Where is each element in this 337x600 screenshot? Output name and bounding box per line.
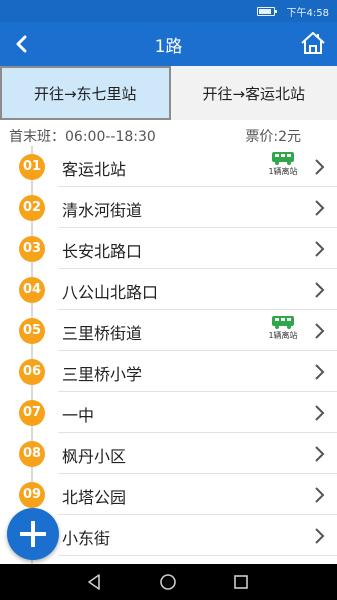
stop-number-badge: 01 (19, 154, 45, 180)
stop-row[interactable]: 02 清水河街道 (0, 187, 337, 228)
stop-list: 01 客运北站 1辆离站 02 清水河街道 03 长安北路口 04 八公山北路口… (0, 146, 337, 556)
stop-number-badge: 08 (19, 441, 45, 467)
stop-number-badge: 02 (19, 195, 45, 221)
chevron-right-icon (315, 405, 325, 421)
schedule-text: 首末班：06:00--18:30 (9, 129, 156, 145)
stop-name: 小东街 (62, 529, 111, 548)
stop-row[interactable]: 04 八公山北路口 (0, 269, 337, 310)
stop-name: 长安北路口 (62, 242, 143, 261)
stop-name: 北塔公园 (62, 488, 127, 507)
price-text: 票价:2元 (245, 129, 301, 145)
stop-number-badge: 07 (19, 400, 45, 426)
stop-number-badge: 06 (19, 359, 45, 385)
stop-row[interactable]: 09 北塔公园 (0, 474, 337, 515)
stop-number-badge: 05 (19, 318, 45, 344)
bus-count-label: 1辆离站 (268, 167, 298, 176)
stop-name: 八公山北路口 (62, 283, 159, 302)
chevron-right-icon (315, 364, 325, 380)
add-button[interactable] (7, 508, 59, 560)
chevron-right-icon (315, 487, 325, 503)
nav-recents-icon[interactable] (232, 573, 250, 591)
chevron-right-icon (315, 282, 325, 298)
system-nav-bar (0, 564, 337, 600)
stop-number-badge: 04 (19, 277, 45, 303)
chevron-right-icon (315, 446, 325, 462)
bus-icon (272, 152, 294, 165)
home-icon[interactable] (299, 29, 327, 57)
stop-number-badge: 09 (19, 482, 45, 508)
page-title: 1路 (154, 37, 183, 57)
stop-name: 清水河街道 (62, 201, 143, 220)
stop-row[interactable]: 07 一中 (0, 392, 337, 433)
stop-row[interactable]: 08 枫丹小区 (0, 433, 337, 474)
bus-indicator: 1辆离站 (265, 315, 301, 341)
stop-row[interactable]: 06 三里桥小学 (0, 351, 337, 392)
stop-name: 三里桥小学 (62, 365, 143, 384)
chevron-right-icon (315, 159, 325, 175)
stop-row[interactable]: 01 客运北站 1辆离站 (0, 146, 337, 187)
status-bar: 下午4:58 (0, 0, 337, 22)
nav-back-icon[interactable] (85, 573, 103, 591)
bus-icon (272, 316, 294, 329)
stop-name: 三里桥街道 (62, 324, 143, 343)
nav-home-icon[interactable] (159, 573, 177, 591)
bus-count-label: 1辆离站 (268, 331, 298, 340)
stop-name: 客运北站 (62, 160, 127, 179)
battery-icon (257, 7, 277, 16)
chevron-right-icon (315, 528, 325, 544)
tab-direction-north[interactable]: 开往→客运北站 (170, 66, 337, 120)
stop-name: 一中 (62, 406, 95, 425)
stop-row[interactable]: 05 三里桥街道 1辆离站 (0, 310, 337, 351)
chevron-right-icon (315, 241, 325, 257)
route-info: 首末班：06:00--18:30 票价:2元 (0, 124, 337, 146)
chevron-right-icon (315, 323, 325, 339)
direction-tabs: 开往→东七里站 开往→客运北站 (0, 66, 337, 120)
stop-number-badge: 03 (19, 236, 45, 262)
stop-row[interactable]: 03 长安北路口 (0, 228, 337, 269)
stop-name: 枫丹小区 (62, 447, 127, 466)
tab-direction-east[interactable]: 开往→东七里站 (0, 66, 171, 120)
bus-indicator: 1辆离站 (265, 151, 301, 177)
status-time: 下午4:58 (286, 8, 329, 19)
chevron-right-icon (315, 200, 325, 216)
header-bar: 1路 (0, 22, 337, 66)
